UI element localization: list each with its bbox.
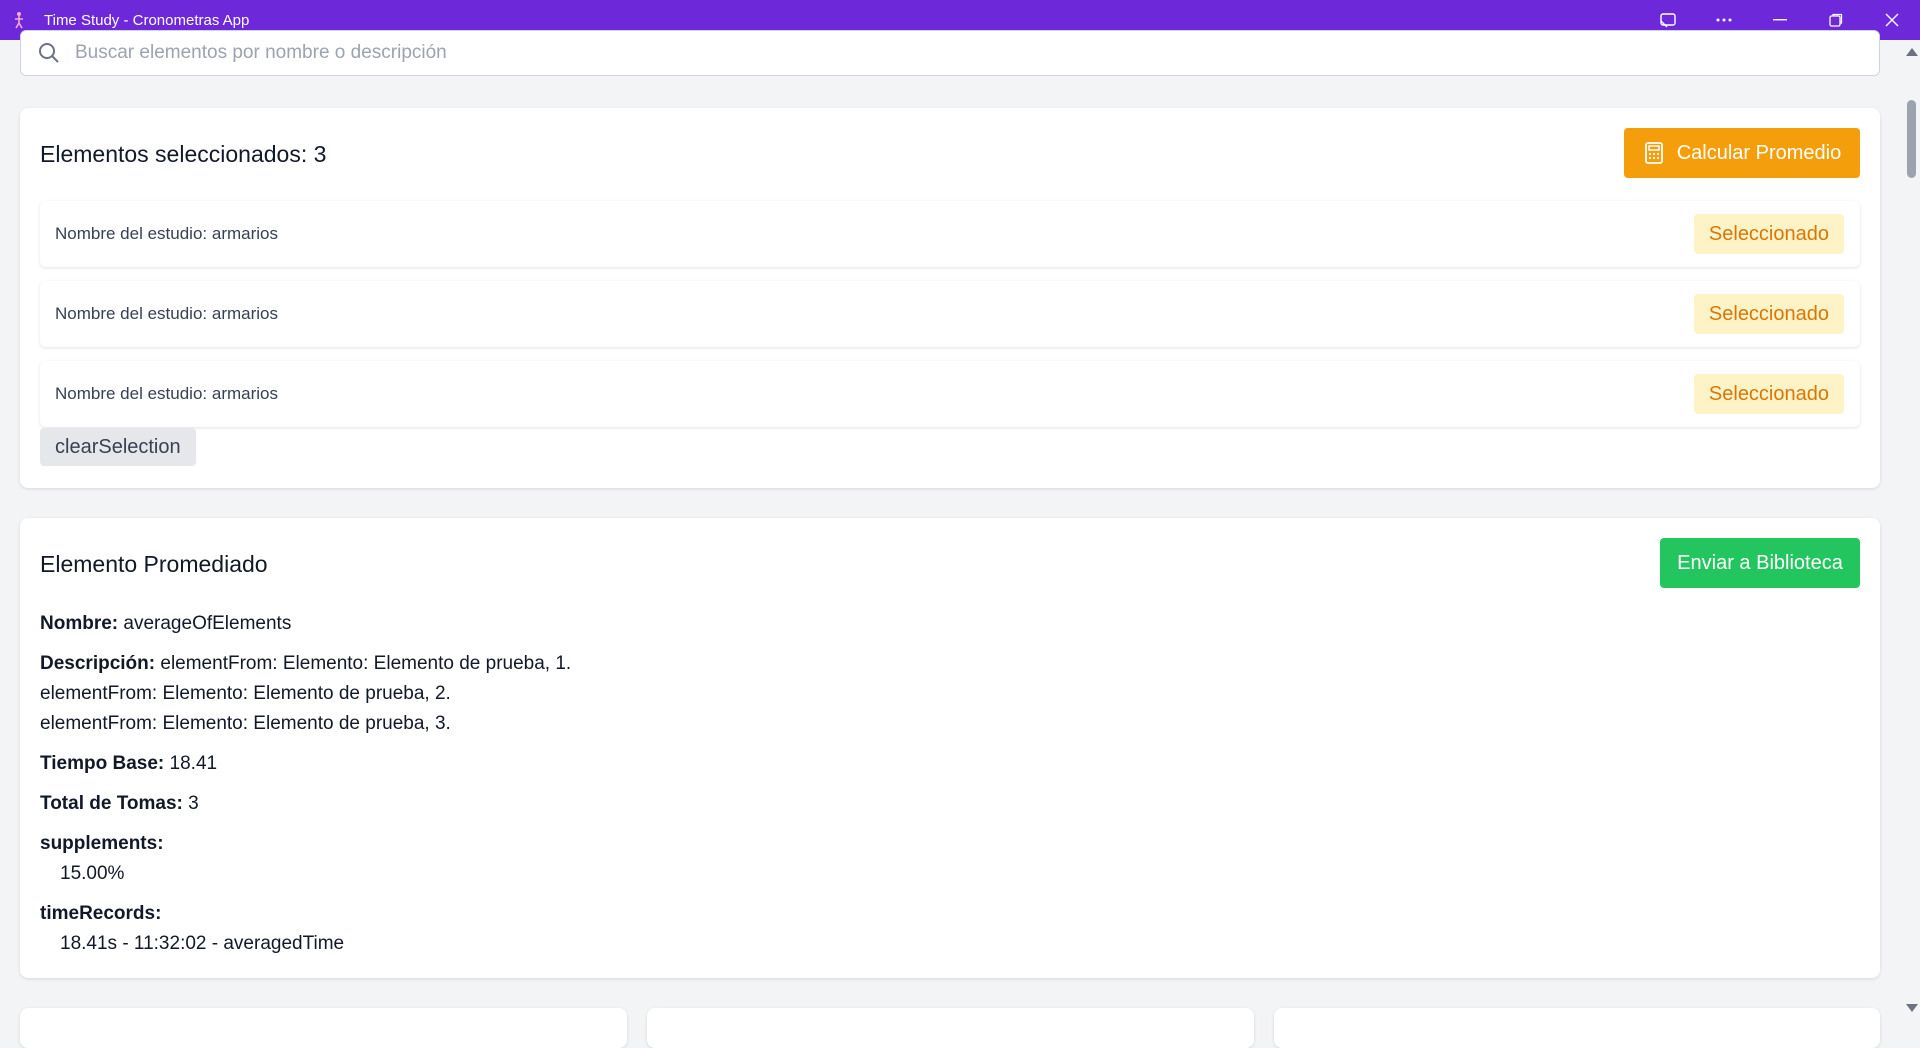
search-icon <box>39 43 59 63</box>
description-field: Descripción: elementFrom: Elemento: Elem… <box>40 649 571 739</box>
selected-badge: Seleccionado <box>1693 294 1844 334</box>
selected-badge: Seleccionado <box>1693 374 1844 414</box>
clear-selection-button[interactable]: clearSelection <box>40 428 196 466</box>
bottom-card <box>1274 1008 1880 1048</box>
selected-count-title: Elementos seleccionados: 3 <box>40 141 327 167</box>
bottom-card <box>647 1008 1254 1048</box>
selected-item-label: Nombre del estudio: armarios <box>55 224 278 243</box>
base-time-label: Tiempo Base: <box>40 753 165 774</box>
app-icon <box>10 11 28 29</box>
selected-item-label: Nombre del estudio: armarios <box>55 384 278 403</box>
description-line: elementFrom: Elemento: Elemento de prueb… <box>40 683 451 704</box>
time-record-entry: 18.41s - 11:32:02 - averagedTime <box>60 933 345 954</box>
scroll-down-icon[interactable] <box>1906 1004 1918 1012</box>
selected-badge: Seleccionado <box>1693 214 1844 254</box>
selected-item[interactable]: Nombre del estudio: armarios Seleccionad… <box>40 361 1860 427</box>
base-time-value: 18.41 <box>169 753 218 774</box>
window-title: Time Study - Cronometras App <box>44 11 250 29</box>
scroll-thumb[interactable] <box>1907 100 1916 178</box>
time-records-label: timeRecords: <box>40 903 162 924</box>
vertical-scrollbar[interactable] <box>1903 40 1920 1020</box>
description-line: elementFrom: Elemento: Elemento de prueb… <box>160 653 572 674</box>
name-field: Nombre: averageOfElements <box>40 609 291 639</box>
time-records-field: timeRecords: 18.41s - 11:32:02 - average… <box>40 899 344 959</box>
calculate-average-button[interactable]: Calcular Promedio <box>1624 128 1860 178</box>
base-time-field: Tiempo Base: 18.41 <box>40 749 217 779</box>
description-line: elementFrom: Elemento: Elemento de prueb… <box>40 713 451 734</box>
description-label: Descripción: <box>40 653 156 674</box>
total-takes-label: Total de Tomas: <box>40 793 183 814</box>
selected-elements-card: Elementos seleccionados: 3 Calcular Prom… <box>20 108 1880 488</box>
total-takes-value: 3 <box>188 793 199 814</box>
selected-item[interactable]: Nombre del estudio: armarios Seleccionad… <box>40 201 1860 267</box>
averaged-title: Elemento Promediado <box>40 551 268 577</box>
name-label: Nombre: <box>40 613 119 634</box>
supplements-value: 15.00% <box>60 863 125 884</box>
supplements-field: supplements: 15.00% <box>40 829 164 889</box>
search-input[interactable] <box>73 41 1777 65</box>
scroll-up-icon[interactable] <box>1906 48 1918 56</box>
selected-item-label: Nombre del estudio: armarios <box>55 304 278 323</box>
send-to-library-button[interactable]: Enviar a Biblioteca <box>1660 538 1860 588</box>
bottom-card <box>20 1008 627 1048</box>
selected-item[interactable]: Nombre del estudio: armarios Seleccionad… <box>40 281 1860 347</box>
calculator-icon <box>1644 142 1663 164</box>
calculate-average-label: Calcular Promedio <box>1676 141 1842 164</box>
averaged-element-card: Elemento Promediado Enviar a Biblioteca … <box>20 518 1880 978</box>
total-takes-field: Total de Tomas: 3 <box>40 789 199 819</box>
search-bar <box>20 30 1880 76</box>
supplements-label: supplements: <box>40 833 164 854</box>
name-value: averageOfElements <box>123 613 292 634</box>
